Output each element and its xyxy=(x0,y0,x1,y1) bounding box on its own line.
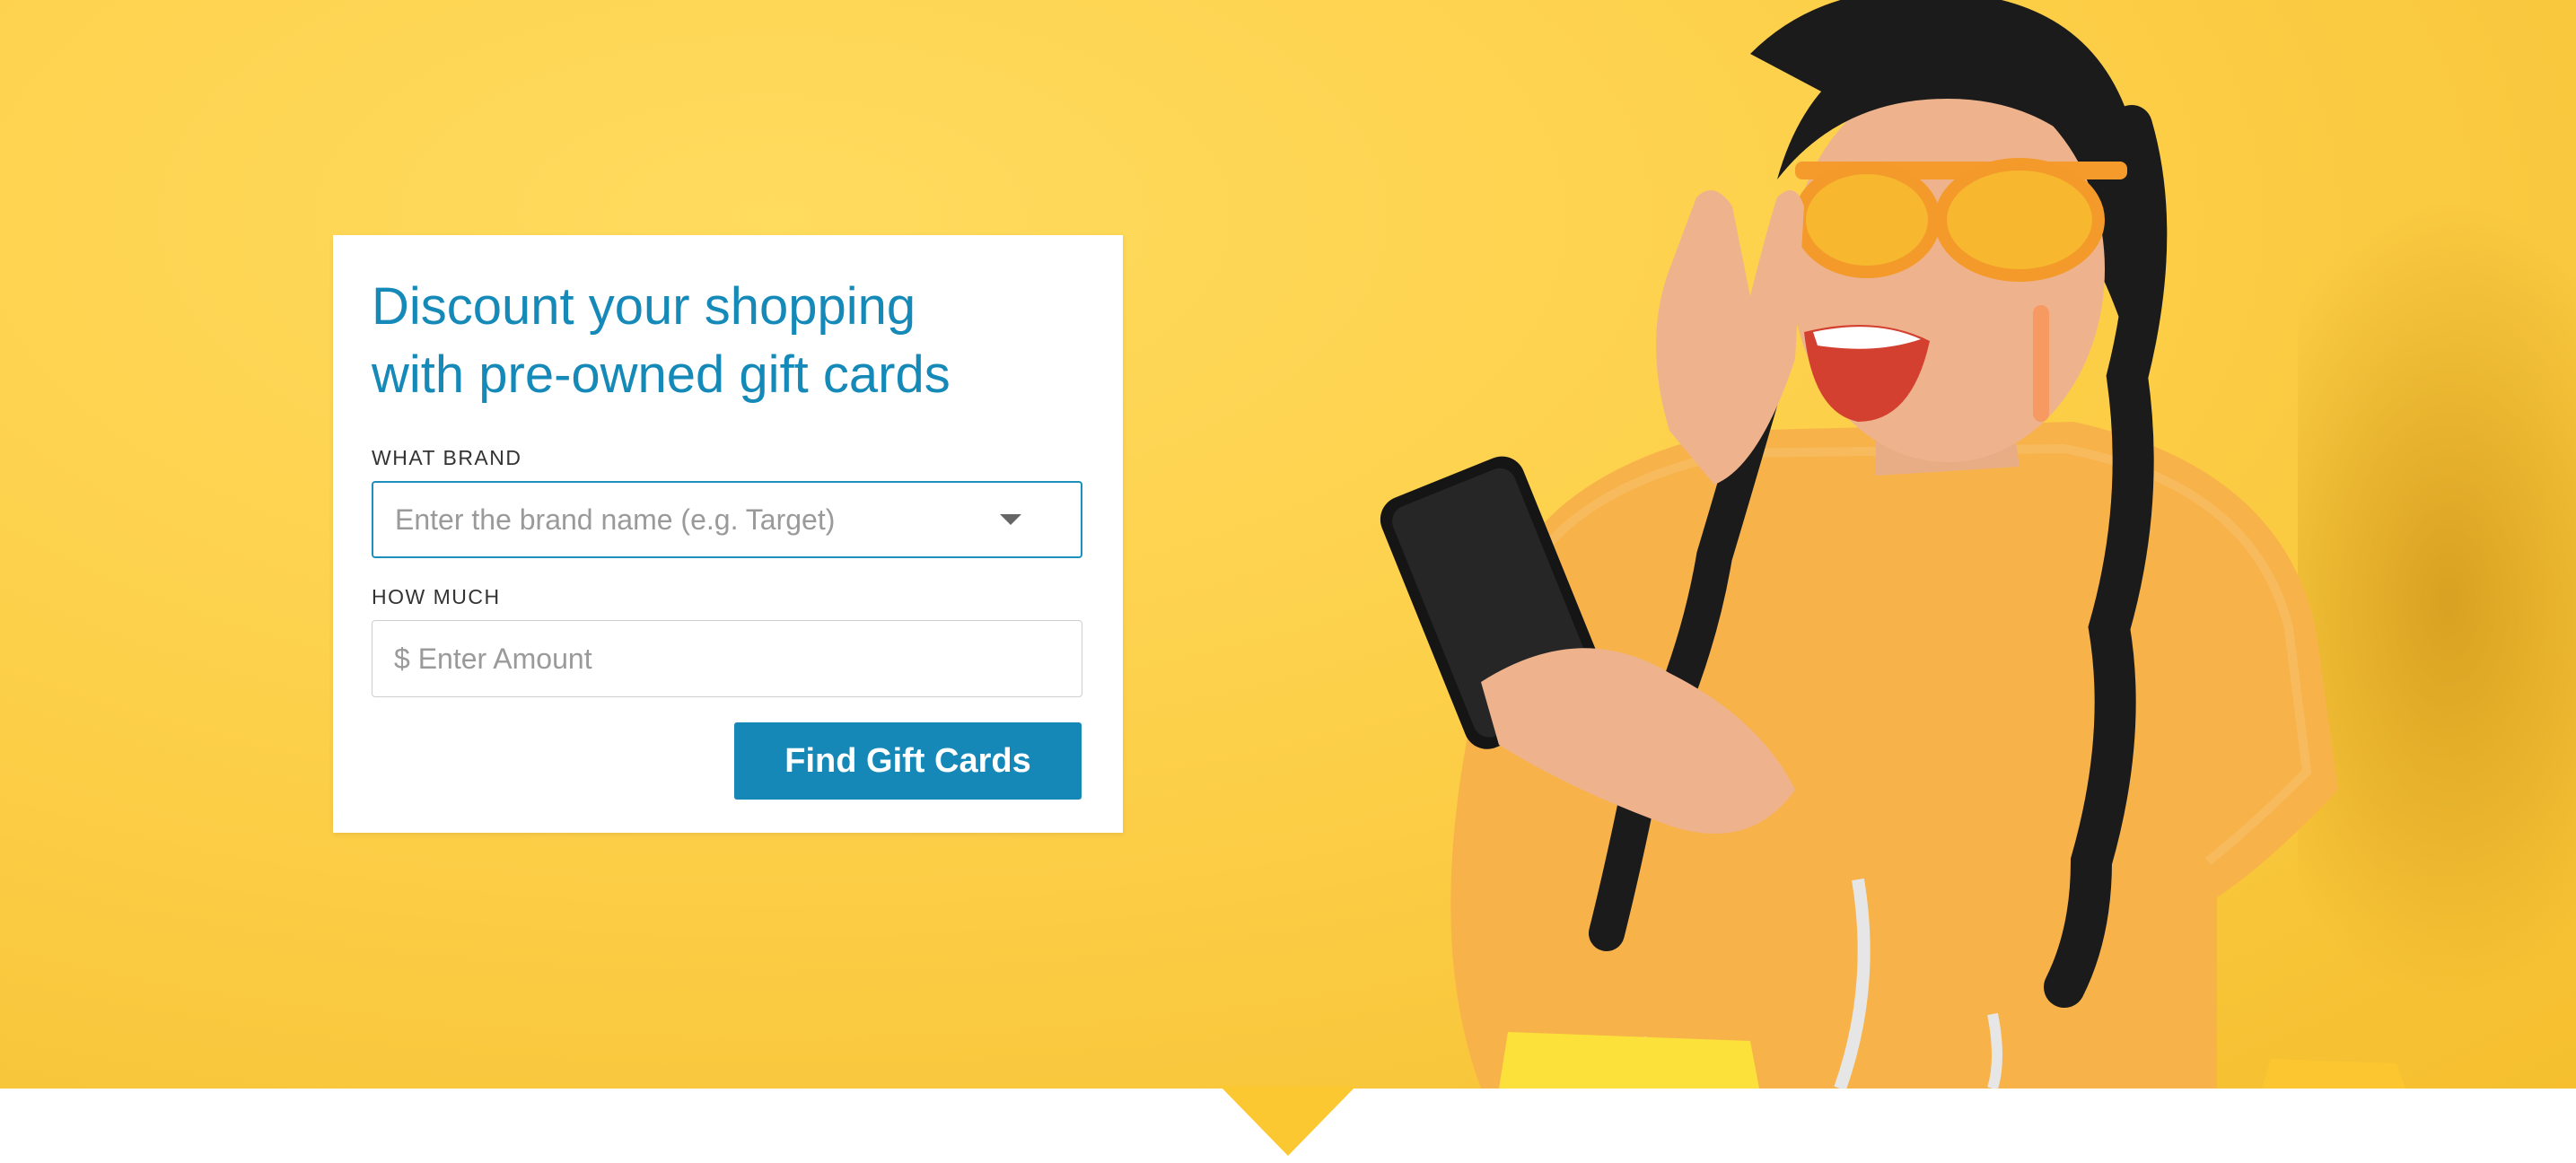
section-pointer xyxy=(1220,1086,1356,1156)
brand-select[interactable] xyxy=(372,481,1082,558)
page-title: Discount your shopping with pre-owned gi… xyxy=(372,277,951,404)
brand-label: WHAT BRAND xyxy=(372,446,522,469)
amount-input[interactable] xyxy=(372,621,983,696)
chevron-down-icon[interactable] xyxy=(1000,514,1021,525)
amount-field[interactable] xyxy=(372,620,1082,697)
find-gift-cards-button[interactable]: Find Gift Cards xyxy=(734,722,1082,800)
woman-with-phone-image xyxy=(1380,0,2405,1089)
gift-card-search-form: Discount your shopping with pre-owned gi… xyxy=(333,235,1123,833)
brand-input[interactable] xyxy=(373,483,984,556)
amount-label: HOW MUCH xyxy=(372,585,501,608)
